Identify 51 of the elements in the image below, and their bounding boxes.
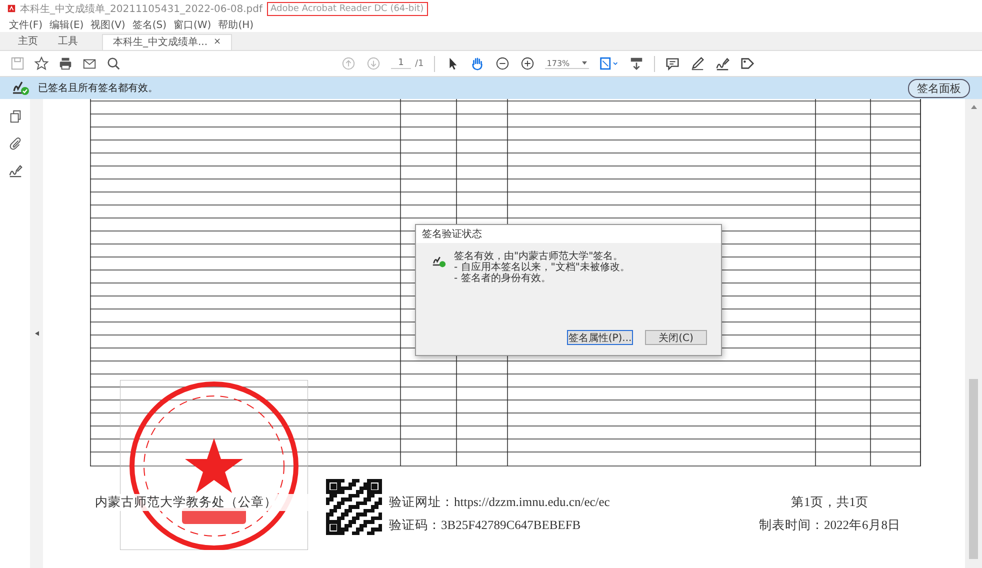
- menu-item[interactable]: 签名(S): [132, 18, 166, 32]
- verification-url: 验证网址：https://dzzm.imnu.edu.cn/ec/ec: [389, 494, 611, 511]
- page-total: /1: [415, 58, 424, 68]
- star-icon[interactable]: [34, 56, 49, 71]
- scroll-up-icon[interactable]: [970, 105, 976, 109]
- caret-icon: [582, 61, 587, 65]
- app-name: Adobe Acrobat Reader DC (64-bit): [266, 2, 428, 16]
- pages-icon[interactable]: [8, 109, 22, 124]
- scrollbar-thumb[interactable]: [969, 379, 978, 559]
- tab[interactable]: 主页: [8, 34, 48, 50]
- pdf-icon: [7, 4, 16, 13]
- zoom-dropdown[interactable]: 173%: [544, 58, 589, 68]
- dialog-message-line: 签名有效，由"内蒙古师范大学"签名。: [454, 251, 624, 262]
- signature-panel-button[interactable]: 签名面板: [908, 78, 970, 98]
- comment-icon[interactable]: [664, 56, 680, 71]
- menu-item[interactable]: 编辑(E): [50, 18, 84, 32]
- qr-code-icon: [325, 479, 383, 535]
- close-icon[interactable]: ×: [214, 36, 222, 46]
- signature-status-text: 已签名且所有签名都有效。: [38, 82, 158, 95]
- paperclip-icon[interactable]: [8, 136, 22, 151]
- menu-item[interactable]: 窗口(W): [174, 18, 212, 32]
- document-tab[interactable]: 本科生_中文成绩单... ×: [102, 34, 232, 50]
- search-icon[interactable]: [106, 56, 121, 71]
- issue-date: 制表时间：2022年6月8日: [759, 517, 900, 534]
- dialog-title: 签名验证状态: [422, 228, 482, 241]
- pen-icon[interactable]: [690, 56, 705, 71]
- page-info: 第1页，共1页: [791, 494, 868, 511]
- scroll-mode-icon[interactable]: [628, 56, 644, 71]
- signature-valid-icon: [12, 80, 30, 96]
- print-icon[interactable]: [58, 56, 73, 71]
- verification-code: 验证码：3B25F42789C647BEBEFB: [389, 517, 582, 534]
- menu-item[interactable]: 帮助(H): [218, 18, 254, 32]
- tab-label: 本科生_中文成绩单...: [113, 36, 208, 48]
- signature-valid-icon: [432, 255, 446, 268]
- dialog-button[interactable]: 签名属性(P)...: [567, 330, 633, 345]
- tag-icon[interactable]: [740, 56, 755, 71]
- dialog-message-line: - 自应用本签名以来，"文档"未被修改。: [454, 262, 630, 273]
- zoom-in-icon[interactable]: [520, 56, 535, 71]
- signature-icon[interactable]: [8, 163, 22, 178]
- fit-page-icon[interactable]: [598, 56, 619, 71]
- menu-item[interactable]: 视图(V): [90, 18, 126, 32]
- collapse-arrow-icon[interactable]: [34, 331, 38, 336]
- dialog-message-line: - 签名者的身份有效。: [454, 273, 552, 284]
- signature-icon[interactable]: [714, 56, 730, 71]
- window-title: 本科生_中文成绩单_20211105431_2022-06-08.pdf: [20, 2, 262, 16]
- dialog-button[interactable]: 关闭(C): [645, 330, 707, 345]
- menu-item[interactable]: 文件(F): [9, 18, 43, 32]
- page-number-field[interactable]: 1: [391, 58, 411, 69]
- hand-icon[interactable]: [470, 56, 485, 71]
- tab[interactable]: 工具: [48, 34, 88, 50]
- zoom-out-icon[interactable]: [494, 56, 510, 71]
